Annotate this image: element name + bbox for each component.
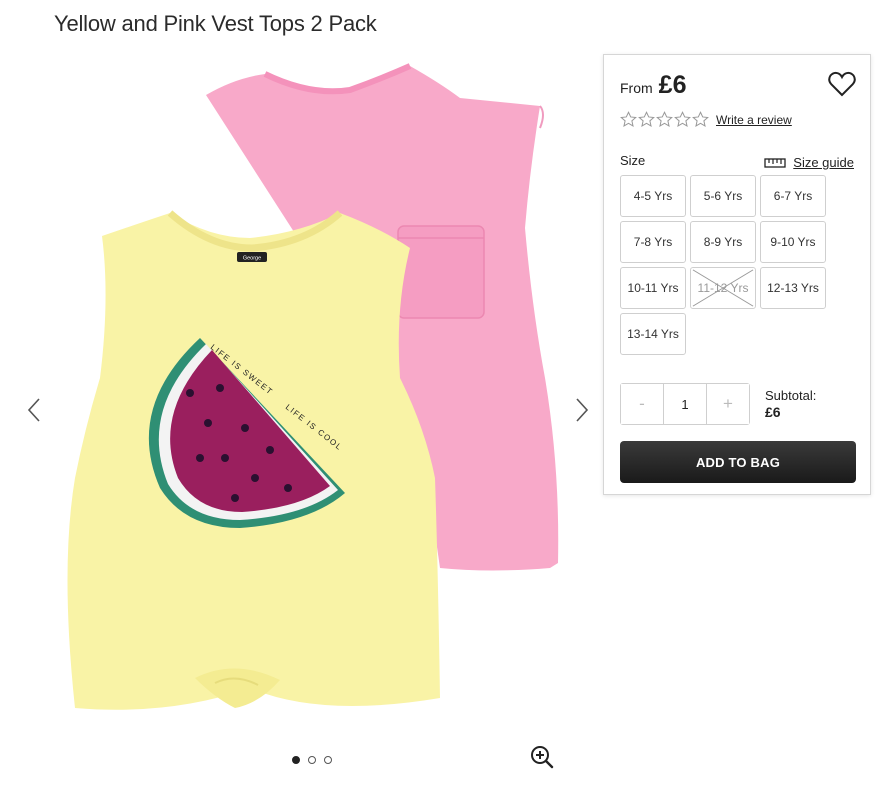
size-option[interactable]: 10-11 Yrs [620,267,686,309]
image-dot-3[interactable] [324,756,332,764]
rating-row: Write a review [620,111,792,128]
size-label: Size [620,153,646,168]
quantity-stepper: - + [620,383,750,425]
wishlist-button[interactable] [828,71,856,97]
size-option[interactable]: 12-13 Yrs [760,267,826,309]
size-option[interactable]: 6-7 Yrs [760,175,826,217]
quantity-input[interactable] [663,384,707,424]
subtotal: Subtotal: £6 [765,387,816,421]
page-title: Yellow and Pink Vest Tops 2 Pack [54,11,377,36]
subtotal-amount: £6 [765,404,781,420]
decrease-quantity-button[interactable]: - [621,384,663,424]
purchase-panel: From £6 Write a review Size Size guide 4… [603,54,871,495]
chevron-left-icon [27,398,40,422]
zoom-in-icon [531,746,554,769]
increase-quantity-button[interactable]: + [707,384,749,424]
size-option[interactable]: 4-5 Yrs [620,175,686,217]
size-option[interactable]: 5-6 Yrs [690,175,756,217]
size-options: 4-5 Yrs 5-6 Yrs 6-7 Yrs 7-8 Yrs 8-9 Yrs … [620,175,860,355]
price-row: From £6 [620,71,686,100]
image-dot-1[interactable] [292,756,300,764]
size-guide-link[interactable]: Size guide [764,155,854,170]
heart-icon [828,71,856,97]
yellow-vest: George LIFE IS SWEET LIFE IS COOL [67,210,440,710]
star-icon [692,111,709,127]
prev-image-button[interactable] [24,395,44,425]
star-icon [638,111,655,127]
add-to-bag-button[interactable]: ADD TO BAG [620,441,856,483]
george-label: George [243,256,261,262]
ruler-icon [764,157,786,168]
subtotal-label: Subtotal: [765,388,817,403]
write-review-link[interactable]: Write a review [716,113,792,127]
star-icon [656,111,673,127]
next-image-button[interactable] [572,395,592,425]
product-image[interactable]: George LIFE IS SWEET LIFE IS COOL [20,48,600,748]
star-icon [674,111,691,127]
star-icon [620,111,637,127]
chevron-right-icon [576,398,589,422]
vest-tops-image: George LIFE IS SWEET LIFE IS COOL [67,63,559,710]
size-option[interactable]: 8-9 Yrs [690,221,756,263]
zoom-button[interactable] [530,745,554,769]
size-option[interactable]: 13-14 Yrs [620,313,686,355]
price-prefix: From [620,80,653,96]
size-option-unavailable[interactable]: 11-12 Yrs [690,267,756,309]
size-guide-label: Size guide [793,155,854,170]
size-option[interactable]: 7-8 Yrs [620,221,686,263]
unavailable-cross-icon [692,269,754,307]
size-option[interactable]: 9-10 Yrs [760,221,826,263]
image-dot-2[interactable] [308,756,316,764]
image-pagination [292,756,332,764]
price: £6 [658,71,687,99]
